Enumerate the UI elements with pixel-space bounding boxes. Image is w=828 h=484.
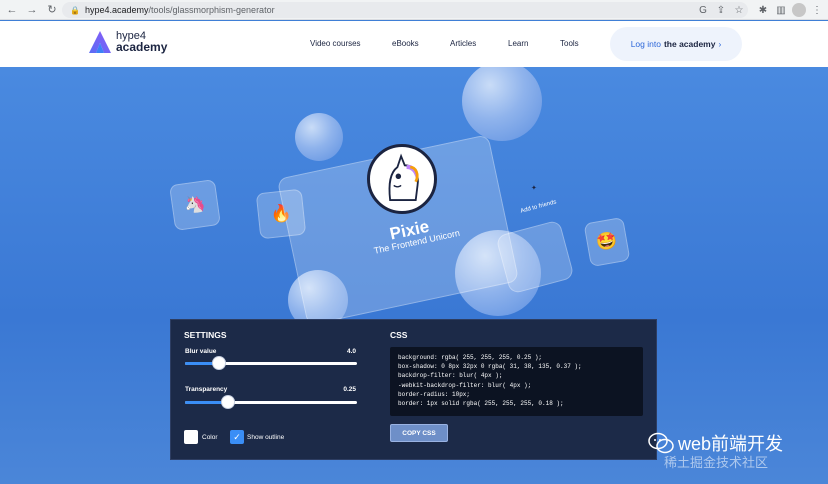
reload-icon[interactable]: ↻ xyxy=(44,2,60,18)
blur-label: Blur value xyxy=(185,348,217,355)
nav-ebooks[interactable]: eBooks xyxy=(392,39,419,48)
sidepanel-icon[interactable]: ▥ xyxy=(774,3,788,17)
unicorn-avatar xyxy=(367,144,437,214)
forward-icon[interactable]: → xyxy=(24,2,40,18)
transparency-slider[interactable] xyxy=(185,395,357,409)
css-line: background: rgba( 255, 255, 255, 0.25 ); xyxy=(398,354,543,361)
url-host: hype4.academy xyxy=(84,5,149,15)
css-title: CSS xyxy=(390,330,408,340)
unicorn-emoji-icon: 🦄 xyxy=(183,193,207,216)
show-outline-checkbox[interactable]: ✓ xyxy=(230,430,244,444)
unicorn-card: 🦄 xyxy=(169,179,221,231)
profile-avatar-icon[interactable] xyxy=(792,3,806,17)
color-label: Color xyxy=(202,434,218,441)
css-line: -webkit-backdrop-filter: blur( 4px ); xyxy=(398,381,532,389)
hype4-logo-icon xyxy=(89,31,111,53)
menu-kebab-icon[interactable]: ⋮ xyxy=(810,3,824,17)
login-prefix: Log into xyxy=(630,39,661,49)
bookmark-star-icon[interactable]: ☆ xyxy=(732,3,746,17)
logo[interactable]: hype4 academy xyxy=(88,30,167,54)
copy-css-button[interactable]: COPY CSS xyxy=(390,424,448,442)
blur-slider-thumb[interactable] xyxy=(212,356,227,370)
share-icon[interactable]: ⇪ xyxy=(714,3,728,17)
nav-video-courses[interactable]: Video courses xyxy=(310,39,361,48)
chevron-right-icon: › xyxy=(718,39,722,49)
color-swatch[interactable] xyxy=(184,430,198,444)
css-line: border-radius: 10px; xyxy=(398,390,471,398)
browser-toolbar: ← → ↻ 🔒 hype4.academy/tools/glassmorphis… xyxy=(0,0,828,20)
blur-value: 4.0 xyxy=(346,348,356,355)
css-line: border: 1px solid rgba( 255, 255, 255, 0… xyxy=(398,400,564,408)
nav-articles[interactable]: Articles xyxy=(450,39,476,48)
show-outline-label: Show outline xyxy=(247,434,285,441)
star-face-emoji-icon: 🤩 xyxy=(594,230,619,253)
logo-line2: academy xyxy=(116,40,168,54)
sparkle-icon: ✦ xyxy=(531,185,537,192)
css-line: box-shadow: 0 8px 32px 0 rgba( 31, 38, 1… xyxy=(398,363,582,371)
extensions-icon[interactable]: ✱ xyxy=(756,3,770,17)
watermark-sub: 稀土掘金技术社区 xyxy=(664,455,769,470)
settings-title: SETTINGS xyxy=(184,330,227,340)
lock-icon: 🔒 xyxy=(70,5,80,15)
transparency-slider-thumb[interactable] xyxy=(221,395,235,409)
sphere-top-left xyxy=(295,113,343,161)
nav-tools[interactable]: Tools xyxy=(560,39,579,48)
checkmark-icon: ✓ xyxy=(233,431,241,442)
site-header: hype4 academy Video courses eBooks Artic… xyxy=(0,21,828,67)
address-bar[interactable]: 🔒 hype4.academy/tools/glassmorphism-gene… xyxy=(62,2,748,18)
css-code-block[interactable]: background: rgba( 255, 255, 255, 0.25 );… xyxy=(390,347,643,416)
google-icon[interactable]: G xyxy=(696,3,710,17)
star-face-card: 🤩 xyxy=(583,216,631,268)
css-line: backdrop-filter: blur( 4px ); xyxy=(398,372,503,380)
back-icon[interactable]: ← xyxy=(4,2,20,18)
transparency-label: Transparency xyxy=(185,386,228,393)
url-path: /tools/glassmorphism-generator xyxy=(148,5,275,15)
login-button[interactable]: Log into the academy › xyxy=(610,27,742,61)
login-emph: the academy xyxy=(663,39,716,49)
nav-learn[interactable]: Learn xyxy=(508,39,528,48)
wechat-icon xyxy=(648,432,674,454)
settings-panel: SETTINGS Blur value 4.0 Transparency 0.2… xyxy=(170,319,657,460)
sphere-top-right xyxy=(462,67,542,141)
blur-slider[interactable] xyxy=(185,356,357,370)
transparency-value: 0.25 xyxy=(343,386,356,393)
unicorn-avatar-icon xyxy=(388,153,419,201)
